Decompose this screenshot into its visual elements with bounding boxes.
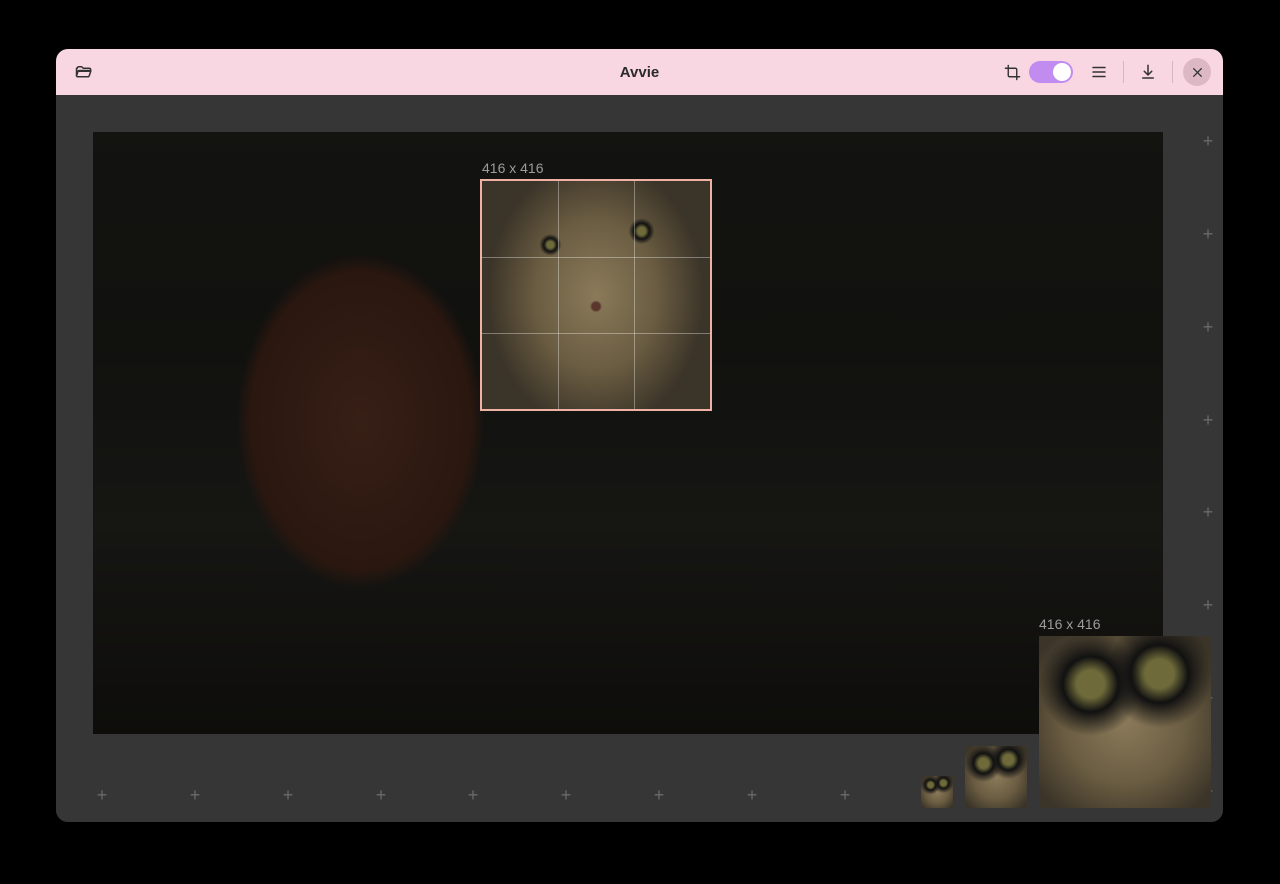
preview-thumb-large[interactable]: 416 x 416 — [1039, 636, 1211, 808]
ruler-mark[interactable]: + — [1199, 318, 1217, 336]
grid-line — [482, 333, 710, 334]
ruler-mark[interactable]: + — [650, 786, 668, 804]
main-image[interactable]: 416 x 416 — [93, 132, 1163, 734]
app-window: Avvie 416 x 416 — [56, 49, 1223, 822]
titlebar: Avvie — [56, 49, 1223, 95]
ruler-horizontal: + + + + + + + + + + + — [93, 786, 1197, 808]
download-icon — [1139, 63, 1157, 81]
ruler-mark[interactable]: + — [1199, 503, 1217, 521]
folder-open-icon — [75, 63, 93, 81]
preview-thumb-small[interactable] — [921, 776, 953, 808]
close-button[interactable] — [1183, 58, 1211, 86]
crop-size-label: 416 x 416 — [482, 160, 544, 176]
toggle-knob — [1053, 63, 1071, 81]
preview-image — [1039, 636, 1211, 808]
close-icon — [1191, 66, 1204, 79]
preview-thumb-medium[interactable] — [965, 746, 1027, 808]
ruler-mark[interactable]: + — [279, 786, 297, 804]
preview-size-label: 416 x 416 — [1039, 616, 1101, 632]
menu-button[interactable] — [1079, 54, 1119, 90]
ruler-mark[interactable]: + — [836, 786, 854, 804]
crop-photo — [482, 181, 710, 409]
ruler-mark[interactable]: + — [372, 786, 390, 804]
ruler-mark[interactable]: + — [1199, 132, 1217, 150]
open-file-button[interactable] — [64, 54, 104, 90]
ruler-mark[interactable]: + — [464, 786, 482, 804]
export-button[interactable] — [1128, 54, 1168, 90]
ruler-mark[interactable]: + — [93, 786, 111, 804]
crop-toggle[interactable] — [1029, 61, 1073, 83]
hamburger-icon — [1090, 63, 1108, 81]
canvas-area[interactable]: 416 x 416 + + + + + + + + + — [56, 95, 1223, 822]
preview-image — [921, 776, 953, 808]
ruler-mark[interactable]: + — [1199, 411, 1217, 429]
ruler-mark[interactable]: + — [1199, 225, 1217, 243]
grid-line — [634, 181, 635, 409]
grid-line — [482, 257, 710, 258]
crop-icon — [1004, 64, 1021, 81]
ruler-mark[interactable]: + — [186, 786, 204, 804]
ruler-mark[interactable]: + — [1199, 596, 1217, 614]
preview-image — [965, 746, 1027, 808]
toolbar-divider — [1172, 61, 1173, 83]
toolbar-divider — [1123, 61, 1124, 83]
crop-content — [482, 181, 710, 409]
ruler-mark[interactable]: + — [743, 786, 761, 804]
crop-selection[interactable]: 416 x 416 — [480, 179, 712, 411]
grid-line — [558, 181, 559, 409]
ruler-mark[interactable]: + — [557, 786, 575, 804]
